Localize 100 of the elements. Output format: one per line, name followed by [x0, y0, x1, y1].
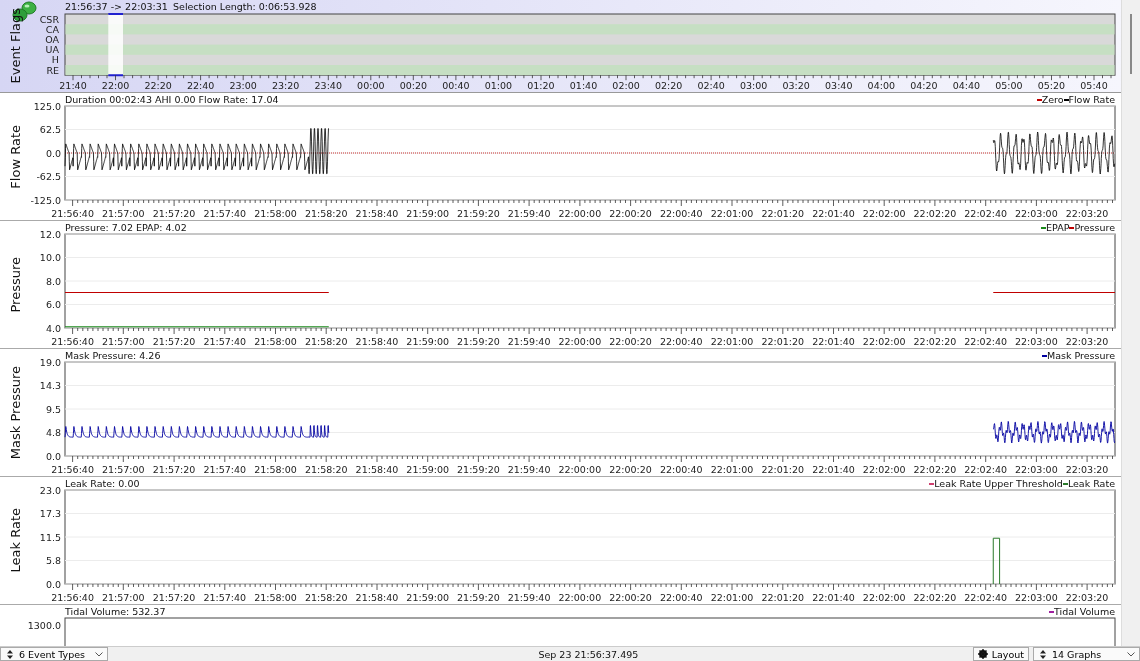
graph-info: Pressure: 7.02 EPAP: 4.02 [65, 222, 187, 233]
axis-label: 5.8 [45, 555, 61, 566]
axis-label: 21:58:00 [254, 208, 297, 219]
plot-area[interactable] [64, 617, 1116, 647]
plot-area[interactable] [64, 105, 1116, 201]
axis-label: 22:00:00 [558, 464, 602, 475]
flag-label: CA [45, 23, 59, 35]
axis-label: 22:03:20 [1065, 464, 1109, 475]
axis-label: 02:40 [697, 80, 725, 91]
axis-label: 21:59:20 [457, 592, 500, 603]
up-down-icon [1040, 649, 1046, 659]
axis-label: 0.0 [45, 147, 61, 159]
axis-label: 23.0 [39, 484, 61, 496]
graph-info: Duration 00:02:43 AHI 0.00 Flow Rate: 17.04 [65, 94, 279, 105]
flag-label: RE [46, 64, 59, 76]
axis-label: 22:03:20 [1065, 592, 1109, 603]
flag-label: UA [45, 44, 59, 56]
legend-label: Mask Pressure [1046, 350, 1115, 361]
axis-label: 21:58:00 [254, 336, 297, 347]
axis-label: 21:59:00 [406, 464, 449, 475]
axis-label: 22:02:20 [913, 208, 957, 219]
axis-label: 21:59:00 [406, 336, 449, 347]
axis-label: 21:56:40 [51, 208, 94, 219]
axis-label: 21:58:20 [304, 592, 348, 603]
graphs-dropdown[interactable]: 14 Graphs [1033, 647, 1140, 661]
axis-label: 1300.0 [27, 619, 61, 631]
graph-title: Mask Pressure [7, 365, 23, 460]
layout-button[interactable]: Layout [972, 647, 1029, 661]
graph-title: Leak Rate [7, 508, 23, 573]
axis-label: 22:02:00 [862, 208, 906, 219]
axis-label: 22:40 [186, 80, 215, 91]
axis-label: 22:03:00 [1015, 592, 1058, 603]
axis-label: 21:58:00 [254, 592, 297, 603]
axis-label: 21:57:40 [203, 464, 247, 475]
axis-label: 22:01:20 [761, 336, 805, 347]
axis-label: 05:40 [1080, 80, 1108, 91]
selection-highlight[interactable] [107, 13, 124, 77]
axis-label: 21:59:00 [406, 592, 449, 603]
axis-label: 21:57:20 [152, 464, 196, 475]
graph-title: Pressure [7, 256, 23, 313]
axis-label: 05:20 [1037, 80, 1066, 91]
axis-label: 22:00:40 [659, 208, 703, 219]
axis-label: -125.0 [30, 194, 61, 206]
axis-label: -62.5 [36, 171, 61, 182]
axis-label: 21:57:40 [203, 592, 247, 603]
axis-label: 04:20 [910, 80, 938, 91]
axis-label: 22:01:00 [710, 336, 754, 347]
flag-label: H [51, 54, 59, 66]
axis-label: 10.0 [39, 252, 61, 263]
axis-label: 21:58:00 [254, 464, 297, 475]
axis-label: 22:00:40 [659, 336, 703, 347]
axis-label: 21:58:20 [304, 208, 348, 219]
timestamp: Sep 23 21:56:37.495 [537, 648, 640, 660]
axis-label: 22:02:00 [862, 464, 906, 475]
axis-label: 22:03:00 [1015, 464, 1058, 475]
axis-label: 02:20 [654, 80, 683, 91]
legend-label: Leak Rate [1067, 478, 1115, 489]
axis-label: 22:02:20 [913, 464, 957, 475]
axis-label: 22:01:20 [761, 592, 805, 603]
axis-label: 01:00 [484, 80, 513, 91]
axis-label: 22:01:40 [812, 464, 855, 475]
axis-label: 22:02:40 [964, 336, 1007, 347]
axis-label: 19.0 [39, 356, 61, 368]
axis-label: 21:59:40 [507, 336, 551, 347]
axis-label: 21:57:20 [152, 208, 196, 219]
axis-label: 22:03:00 [1015, 336, 1058, 347]
axis-label: 22:00:20 [609, 208, 652, 219]
plot-area[interactable] [64, 361, 1116, 457]
axis-label: 21:59:40 [507, 592, 551, 603]
axis-label: 22:00:20 [609, 592, 652, 603]
axis-label: 9.5 [45, 403, 61, 415]
axis-label: 21:57:40 [203, 208, 247, 219]
axis-label: 01:20 [527, 80, 555, 91]
axis-label: 4.0 [45, 322, 61, 334]
axis-label: 03:40 [825, 80, 853, 91]
graph-title: Flow Rate [7, 124, 23, 189]
axis-label: 21:59:20 [457, 208, 500, 219]
legend-label: Zero [1041, 94, 1064, 105]
axis-label: 22:00:20 [609, 464, 652, 475]
axis-label: 04:40 [952, 80, 981, 91]
flag-label: OA [45, 33, 59, 45]
axis-label: 17.3 [39, 508, 61, 519]
time-range: 21:56:37 -> 22:03:31 [65, 1, 169, 12]
axis-label: 22:00:40 [659, 592, 703, 603]
scrollbar[interactable] [1121, 0, 1140, 647]
axis-label: 00:00 [357, 80, 385, 91]
axis-label: 22:00:40 [659, 464, 703, 475]
axis-label: 22:00:00 [558, 208, 602, 219]
axis-label: 23:40 [314, 80, 342, 91]
axis-label: 62.5 [39, 124, 61, 135]
axis-label: 21:58:40 [355, 208, 399, 219]
axis-label: 22:01:00 [710, 592, 754, 603]
axis-label: 22:02:00 [862, 336, 906, 347]
axis-label: 01:40 [569, 80, 598, 91]
event-types-dropdown[interactable]: 6 Event Types [0, 647, 108, 661]
axis-label: 22:01:20 [761, 208, 805, 219]
axis-label: 12.0 [39, 228, 61, 240]
selection-length: Selection Length: 0:06:53.928 [173, 1, 317, 12]
axis-label: 21:57:00 [102, 208, 145, 219]
axis-label: 23:00 [229, 80, 257, 91]
